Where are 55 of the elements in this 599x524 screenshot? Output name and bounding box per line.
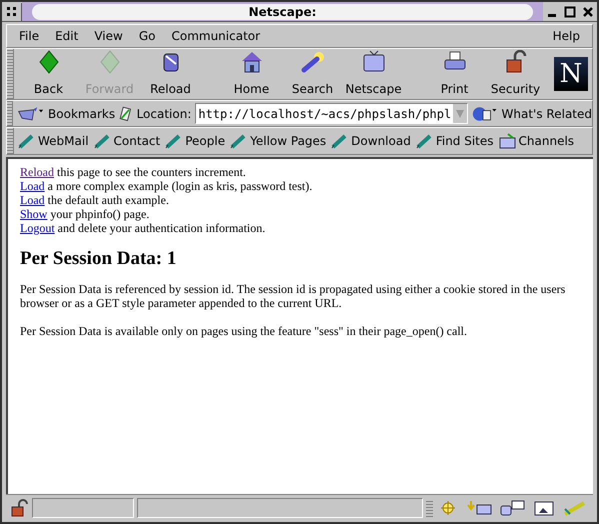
pen-icon <box>165 133 182 149</box>
menu-item[interactable]: Communicator <box>163 27 268 45</box>
bookmarks-label[interactable]: Bookmarks <box>48 104 116 122</box>
pen-icon <box>94 133 111 149</box>
bookmark-link[interactable]: Find Sites <box>416 132 494 150</box>
bookmark-link[interactable]: Contact <box>94 132 160 150</box>
window-title: Netscape: <box>248 4 316 20</box>
bookmark-link[interactable]: Download <box>331 132 411 150</box>
menu-item[interactable]: Help <box>544 27 588 45</box>
pen-icon <box>230 133 248 149</box>
toolbar-button[interactable]: Back <box>18 50 79 98</box>
paragraph: Per Session Data is referenced by session id. The session id is propagated using either a cookie stored in the users browser or as a GET style parameter appended to the current URL. <box>20 282 566 310</box>
menu-item[interactable]: File <box>11 27 48 45</box>
bookmark-link[interactable]: People <box>165 132 226 150</box>
toolbar-button[interactable]: Reload <box>140 50 201 98</box>
whats-related-button[interactable]: What's Related <box>502 104 592 122</box>
component-bar-grip[interactable] <box>426 498 433 516</box>
toolbar-button[interactable]: Search <box>282 50 343 98</box>
toolbar-button[interactable]: Security <box>485 50 546 98</box>
pen-icon <box>416 133 433 149</box>
bookmark-link[interactable]: Yellow Pages <box>230 132 326 150</box>
page-link[interactable]: Reload <box>20 165 54 179</box>
page-link[interactable]: Load <box>20 179 45 193</box>
menu-item[interactable]: Go <box>130 27 164 45</box>
toolbar-grip[interactable] <box>7 49 14 99</box>
instruction-text: Logout and delete your authentication information. <box>20 221 266 235</box>
location-label: Location: <box>136 106 192 122</box>
page-link[interactable]: Logout <box>20 221 55 235</box>
menu-item[interactable]: Edit <box>47 27 86 45</box>
page-link[interactable]: Show <box>20 207 48 221</box>
toolbar-button[interactable]: Netscape <box>343 50 404 98</box>
dropdown-icon[interactable] <box>453 104 468 123</box>
menu-item[interactable]: View <box>86 27 131 45</box>
pen-icon <box>18 133 35 149</box>
bookmarks-icon[interactable] <box>17 104 44 122</box>
toolbar-button[interactable]: Home <box>221 50 282 98</box>
toolbar-grip[interactable] <box>7 101 14 126</box>
folder-icon <box>498 133 516 149</box>
url-field[interactable]: http://localhost/~acs/phpslash/phpl <box>195 103 468 124</box>
bookmark-link[interactable]: WebMail <box>18 132 89 150</box>
instruction-text: Reload this page to see the counters increment. <box>20 165 247 179</box>
padlock-icon[interactable] <box>9 498 29 516</box>
instruction-text: Load the default auth example. <box>20 193 170 207</box>
flashlight-icon <box>300 50 326 74</box>
toolbar-grip[interactable] <box>7 128 14 154</box>
instruction-text: Show your phpinfo() page. <box>20 207 150 221</box>
page-link[interactable]: Load <box>20 193 45 207</box>
tv-icon <box>360 50 386 74</box>
toolbar-button[interactable]: Print <box>424 50 485 98</box>
paragraph: Per Session Data is available only on pages using the feature "sess" in their page_open() call. <box>20 324 468 338</box>
bookmark-link[interactable]: Channels <box>498 132 574 150</box>
netscape-logo[interactable]: N <box>554 57 588 91</box>
pen-icon <box>331 133 348 149</box>
instruction-text: Load a more complex example (login as kris, password test). <box>20 179 314 193</box>
page-heading: Per Session Data: 1 <box>20 248 178 270</box>
